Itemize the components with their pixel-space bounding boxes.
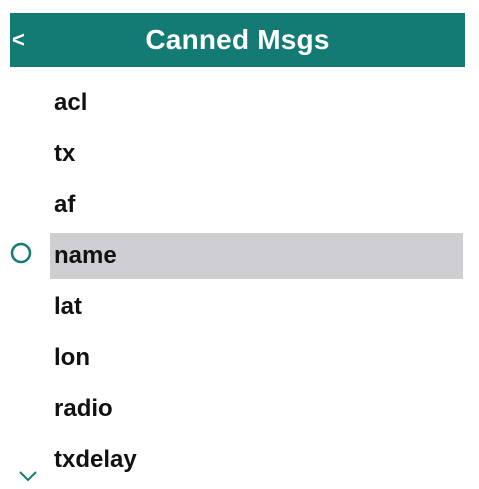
list-item-label: af xyxy=(54,191,76,218)
list-item-label: acl xyxy=(54,89,88,116)
list-item[interactable]: acl xyxy=(0,80,479,131)
title-bar: < Canned Msgs xyxy=(10,13,465,67)
list-item-label: lat xyxy=(54,293,83,320)
page-title: Canned Msgs xyxy=(145,24,330,55)
list-item-label: name xyxy=(54,242,117,269)
list-item[interactable]: af xyxy=(0,182,479,233)
list-item[interactable]: radio xyxy=(0,386,479,437)
list-item[interactable]: tx xyxy=(0,131,479,182)
list-item-label: tx xyxy=(54,140,76,167)
list-item-label: lon xyxy=(54,344,90,371)
list-item[interactable]: txdelay xyxy=(0,437,479,488)
chevron-down-icon[interactable] xyxy=(18,470,38,482)
circle-cursor-icon xyxy=(10,242,32,264)
list-item[interactable]: lat xyxy=(0,284,479,335)
list-item-label: radio xyxy=(54,395,113,422)
list-item-label: txdelay xyxy=(54,446,137,473)
message-list: acl tx af name lat lon radio txdelay xyxy=(0,80,479,488)
list-item[interactable]: lon xyxy=(0,335,479,386)
list-item-selected[interactable]: name xyxy=(0,233,479,284)
